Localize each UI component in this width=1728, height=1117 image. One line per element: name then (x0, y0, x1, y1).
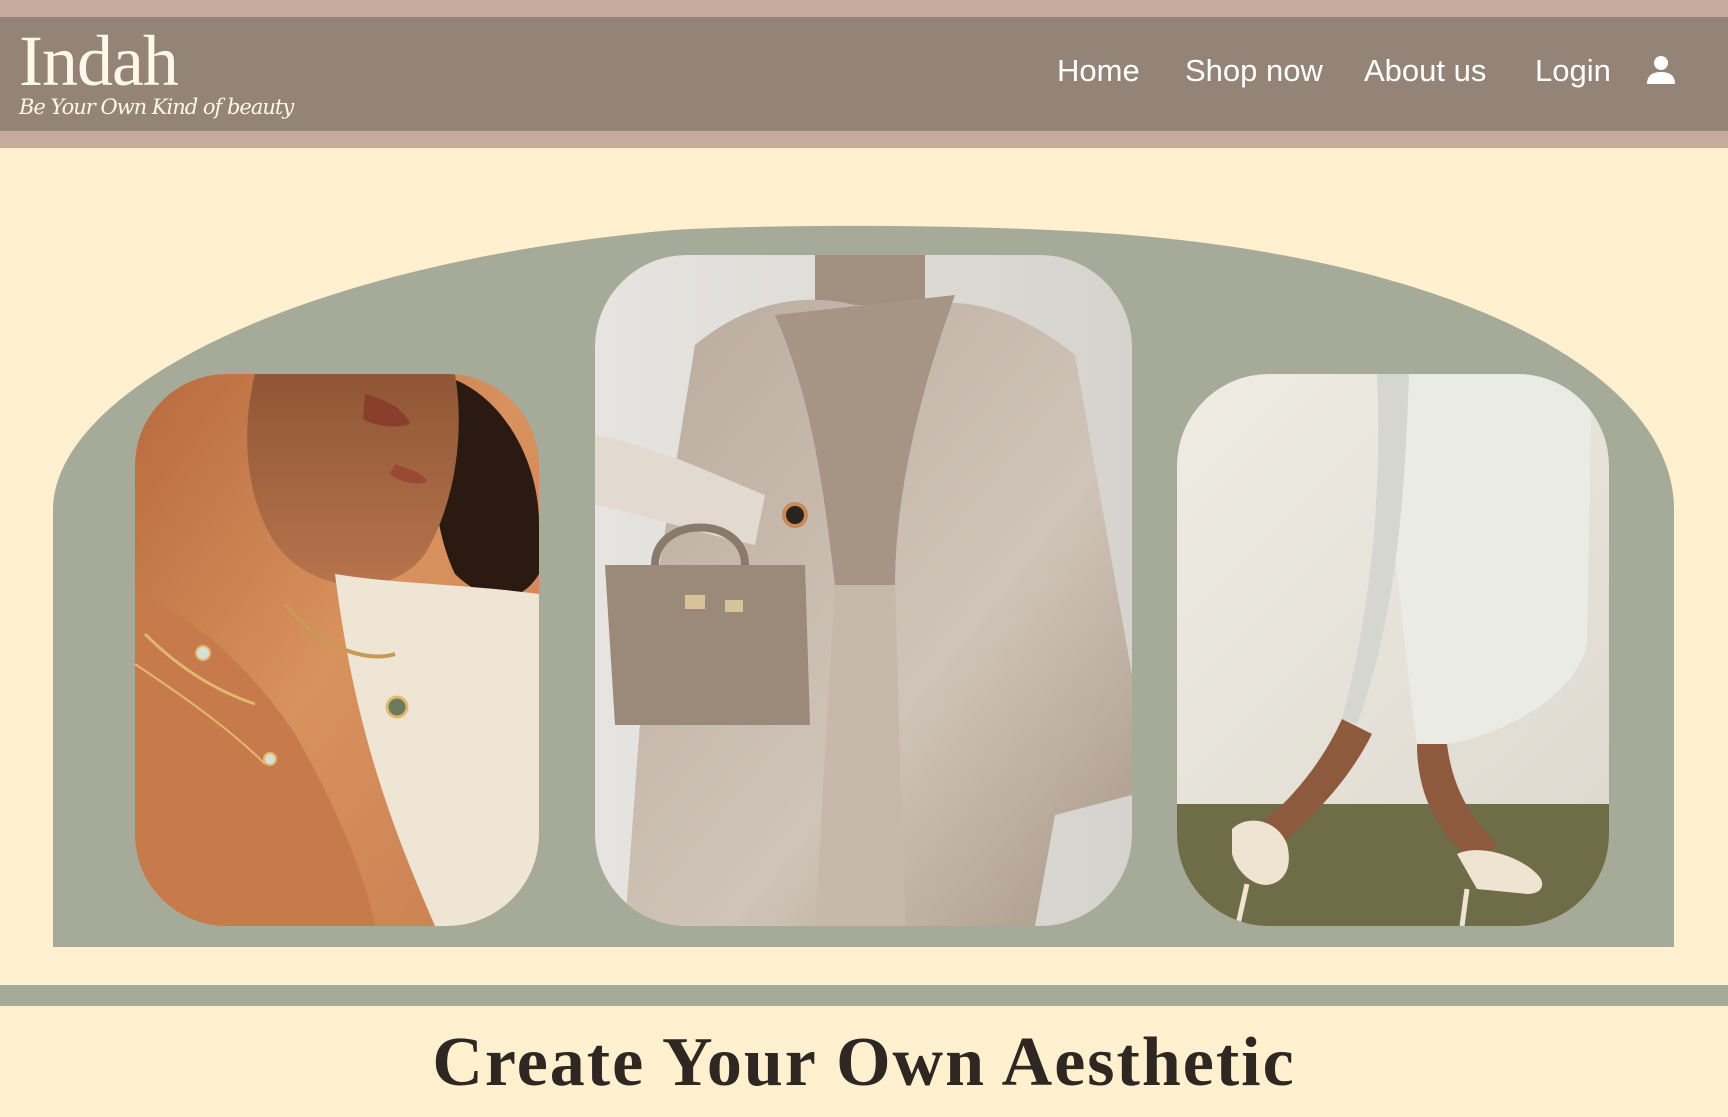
hero-image-jewelry[interactable] (135, 374, 539, 926)
brand-logo[interactable]: Indah Be Your Own Kind of beauty (19, 21, 294, 119)
nav-login-link[interactable]: Login (1535, 55, 1611, 86)
navbar: Indah Be Your Own Kind of beauty Home Sh… (0, 17, 1728, 131)
nav-about-us-link[interactable]: About us (1364, 55, 1486, 86)
header-top-strip (0, 0, 1728, 17)
brand-tagline: Be Your Own Kind of beauty (19, 95, 294, 119)
hero-image-coat[interactable] (595, 255, 1132, 926)
hero-image-heels[interactable] (1177, 374, 1609, 926)
nav-shop-now-link[interactable]: Shop now (1185, 55, 1323, 86)
section-divider (0, 985, 1728, 1006)
brand-name: Indah (19, 21, 179, 101)
user-icon[interactable] (1646, 55, 1676, 85)
headline: Create Your Own Aesthetic (432, 1024, 1296, 1101)
nav-home-link[interactable]: Home (1057, 55, 1140, 86)
header-bottom-strip (0, 131, 1728, 148)
